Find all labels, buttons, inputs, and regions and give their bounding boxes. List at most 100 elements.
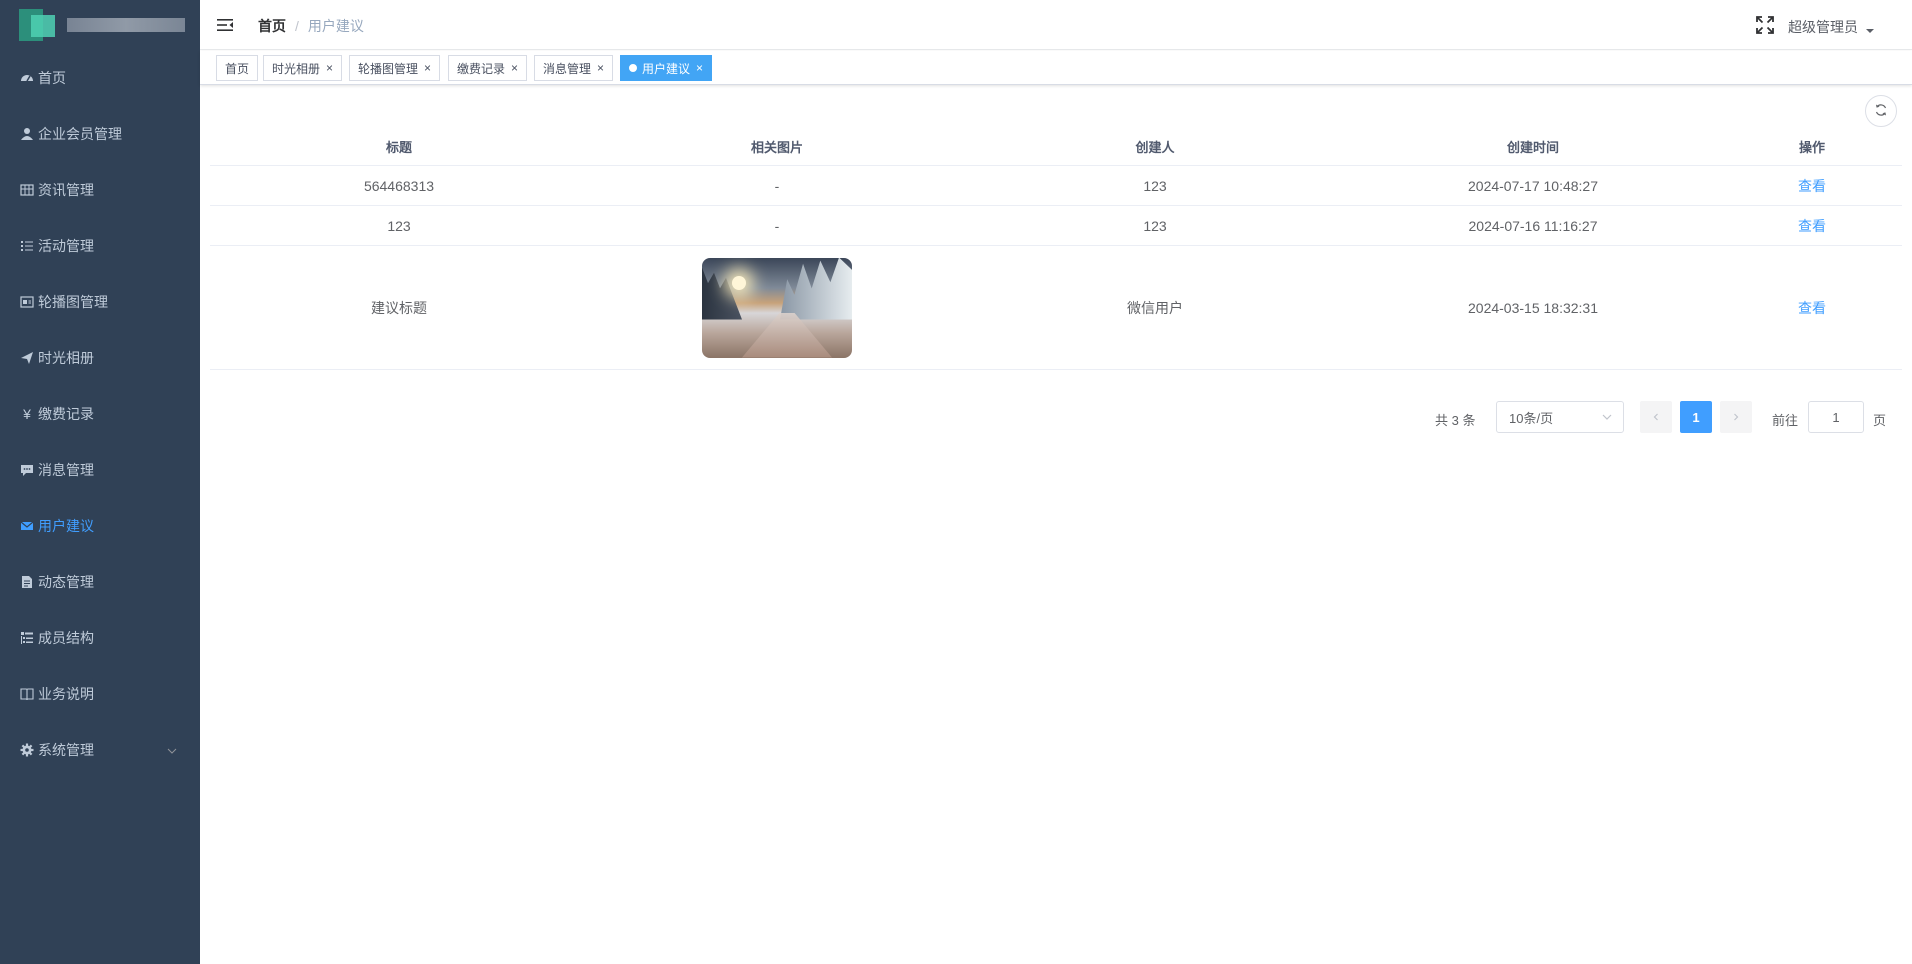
cell-title: 123	[387, 217, 411, 234]
sidebar-item-home[interactable]: 首页	[0, 50, 200, 106]
close-icon[interactable]: ×	[696, 61, 703, 75]
hamburger-icon[interactable]	[216, 16, 234, 34]
sidebar-item-label: 成员结构	[38, 630, 94, 646]
sidebar-item-label: 资讯管理	[38, 182, 94, 198]
sidebar-item-suggestions[interactable]: 用户建议	[0, 498, 200, 554]
close-icon[interactable]: ×	[511, 61, 518, 75]
sidebar-item-system[interactable]: 系统管理	[0, 722, 200, 778]
sidebar: 首页 企业会员管理 资讯管理 活动管理 轮播图管理 时光相册 ¥ 缴费记录 消息…	[0, 0, 200, 964]
pagination-total: 共 3 条	[1435, 413, 1476, 428]
sidebar-item-label: 用户建议	[38, 518, 94, 534]
goto-suffix: 页	[1873, 413, 1887, 428]
sidebar-item-news[interactable]: 资讯管理	[0, 162, 200, 218]
cell-creator: 123	[1143, 217, 1167, 234]
tag-label: 轮播图管理	[358, 61, 419, 76]
tags-view: 首页 时光相册 × 轮播图管理 × 缴费记录 × 消息管理 × 用户建议 ×	[200, 51, 1912, 85]
cell-title: 建议标题	[371, 299, 427, 316]
dashboard-icon	[20, 71, 34, 85]
user-dropdown[interactable]: 超级管理员	[1788, 17, 1874, 37]
logo-mark	[19, 9, 55, 41]
breadcrumb: 首页 / 用户建议	[258, 16, 364, 36]
caret-down-icon	[1866, 21, 1874, 37]
breadcrumb-home[interactable]: 首页	[258, 16, 286, 36]
user-icon	[20, 127, 34, 141]
navbar: 首页 / 用户建议 超级管理员	[200, 0, 1912, 50]
column-header-title: 标题	[385, 140, 412, 155]
sidebar-item-label: 时光相册	[38, 350, 94, 366]
sidebar-item-messages[interactable]: 消息管理	[0, 442, 200, 498]
message-icon	[20, 463, 34, 477]
document-icon	[20, 575, 34, 589]
tag-album[interactable]: 时光相册 ×	[263, 55, 343, 81]
sidebar-item-business[interactable]: 业务说明	[0, 666, 200, 722]
sidebar-item-dynamics[interactable]: 动态管理	[0, 554, 200, 610]
breadcrumb-separator: /	[295, 18, 299, 34]
cell-creator: 微信用户	[1127, 299, 1183, 316]
logo	[0, 0, 200, 50]
sidebar-item-label: 轮播图管理	[38, 294, 108, 310]
sidebar-item-label: 消息管理	[38, 462, 94, 478]
tag-carousel[interactable]: 轮播图管理 ×	[349, 55, 441, 81]
sidebar-item-label: 业务说明	[38, 686, 94, 702]
tag-label: 消息管理	[543, 61, 592, 76]
table-row: 123 - 123 2024-07-16 11:16:27 查看	[210, 206, 1902, 246]
table-row: 建议标题 微信用户 2024-03-15 18:32:31 查看	[210, 246, 1902, 370]
table-icon	[20, 183, 34, 197]
cell-title: 564468313	[363, 177, 435, 194]
sidebar-item-album[interactable]: 时光相册	[0, 330, 200, 386]
active-dot-icon	[629, 64, 637, 72]
tag-payments[interactable]: 缴费记录 ×	[448, 55, 528, 81]
chevron-down-icon	[166, 744, 178, 760]
chevron-down-icon	[1601, 411, 1613, 426]
tag-label: 缴费记录	[457, 61, 506, 76]
sidebar-item-activities[interactable]: 活动管理	[0, 218, 200, 274]
goto-page-input[interactable]	[1808, 401, 1864, 433]
suggestions-table: 标题 相关图片 创建人 创建时间 操作 564468313 - 123 2024…	[210, 128, 1902, 370]
table-header: 标题 相关图片 创建人 创建时间 操作	[210, 128, 1902, 166]
fullscreen-icon[interactable]	[1755, 15, 1775, 35]
cell-created-at: 2024-07-17 10:48:27	[1468, 177, 1598, 194]
page-number-button[interactable]: 1	[1680, 401, 1712, 433]
sidebar-item-label: 缴费记录	[38, 406, 94, 422]
page-size-value: 10条/页	[1509, 410, 1554, 426]
sidebar-item-payments[interactable]: ¥ 缴费记录	[0, 386, 200, 442]
next-page-button[interactable]	[1720, 401, 1752, 433]
page-size-select[interactable]: 10条/页	[1496, 401, 1624, 433]
sidebar-item-label: 动态管理	[38, 574, 94, 590]
view-link[interactable]: 查看	[1798, 216, 1826, 236]
sidebar-item-structure[interactable]: 成员结构	[0, 610, 200, 666]
refresh-button[interactable]	[1865, 95, 1897, 127]
book-icon	[20, 687, 34, 701]
close-icon[interactable]: ×	[597, 61, 604, 75]
prev-page-button[interactable]	[1640, 401, 1672, 433]
goto-label: 前往	[1772, 413, 1799, 428]
refresh-icon	[1874, 103, 1888, 120]
cell-creator: 123	[1143, 177, 1167, 194]
sidebar-item-members[interactable]: 企业会员管理	[0, 106, 200, 162]
tree-table-icon	[20, 631, 34, 645]
breadcrumb-current: 用户建议	[307, 18, 364, 34]
tag-label: 用户建议	[642, 61, 691, 76]
sidebar-item-label: 首页	[38, 70, 66, 86]
tag-suggestions[interactable]: 用户建议 ×	[620, 55, 713, 81]
sidebar-item-label: 系统管理	[38, 742, 94, 758]
chevron-left-icon	[1651, 409, 1661, 425]
column-header-image: 相关图片	[750, 140, 803, 155]
tag-home[interactable]: 首页	[216, 55, 259, 81]
table-row: 564468313 - 123 2024-07-17 10:48:27 查看	[210, 166, 1902, 206]
column-header-creator: 创建人	[1135, 140, 1175, 155]
snow-forest-thumbnail[interactable]	[702, 257, 852, 358]
close-icon[interactable]: ×	[424, 61, 431, 75]
cell-created-at: 2024-03-15 18:32:31	[1468, 299, 1598, 316]
tag-messages[interactable]: 消息管理 ×	[534, 55, 614, 81]
mail-icon	[20, 519, 34, 533]
list-icon	[20, 239, 34, 253]
view-link[interactable]: 查看	[1798, 176, 1826, 196]
chevron-right-icon	[1731, 409, 1741, 425]
user-name: 超级管理员	[1788, 19, 1858, 35]
tag-label: 首页	[225, 61, 250, 76]
view-link[interactable]: 查看	[1798, 298, 1826, 318]
close-icon[interactable]: ×	[326, 61, 333, 75]
sidebar-item-label: 企业会员管理	[38, 126, 122, 142]
sidebar-item-carousel[interactable]: 轮播图管理	[0, 274, 200, 330]
